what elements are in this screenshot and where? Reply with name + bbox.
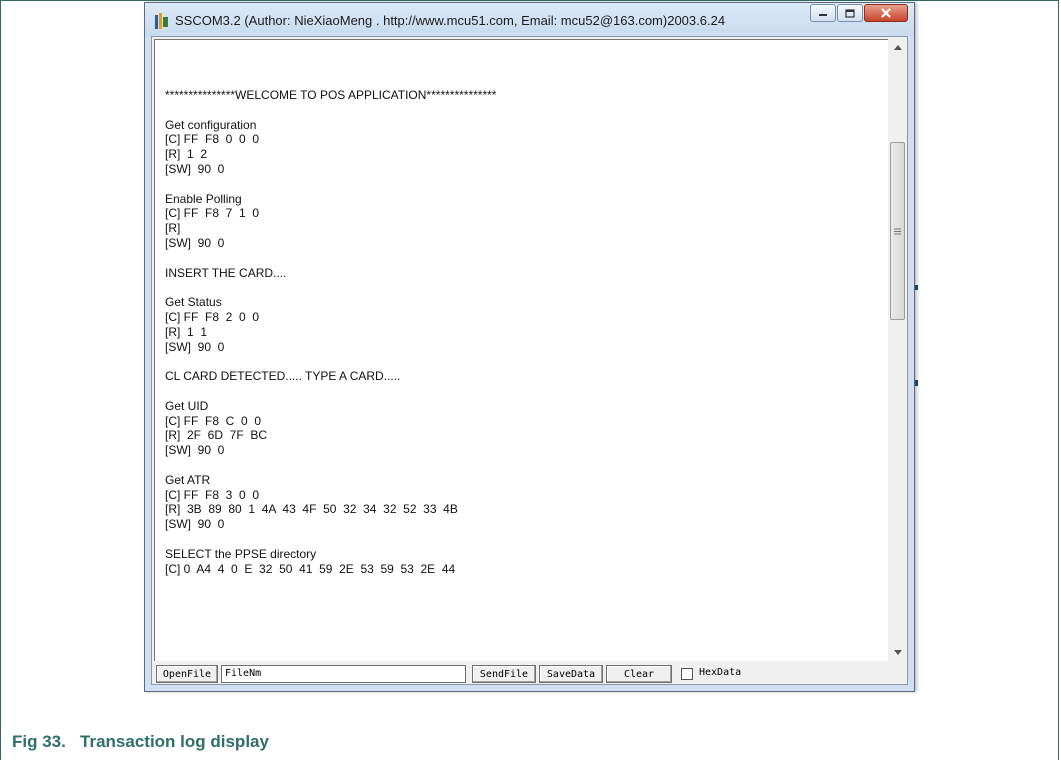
log-line: [C] FF F8 3 0 0: [165, 487, 260, 502]
scroll-up-button[interactable]: [889, 39, 906, 56]
scroll-thumb[interactable]: [890, 142, 905, 320]
log-line: [R] 2F 6D 7F BC: [165, 428, 268, 443]
log-line: Get ATR: [165, 472, 211, 487]
minimize-button[interactable]: [810, 4, 836, 22]
log-line: [SW] 90 0: [165, 339, 225, 354]
log-line: [C] 0 A4 4 0 E 32 50 41 59 2E 53 59 53 2…: [165, 561, 456, 576]
edge-artifact: [915, 380, 918, 386]
log-line: Enable Polling: [165, 191, 242, 206]
log-line: [C] FF F8 7 1 0: [165, 206, 260, 221]
scroll-up-arrow-icon: [893, 45, 902, 50]
log-line: ***************WELCOME TO POS APPLICATIO…: [165, 88, 497, 102]
log-line: Get Status: [165, 295, 222, 310]
log-line: [SW] 90 0: [165, 443, 225, 458]
log-line: [C] FF F8 C 0 0: [165, 413, 262, 428]
file-name-input[interactable]: FileNm: [221, 665, 466, 683]
log-line: INSERT THE CARD....: [165, 265, 287, 280]
clear-button[interactable]: Clear: [606, 665, 672, 683]
minimize-icon: [819, 14, 827, 16]
client-area: ***************WELCOME TO POS APPLICATIO…: [151, 36, 908, 685]
sscom-window: SSCOM3.2 (Author: NieXiaoMeng . http://w…: [144, 2, 915, 692]
close-button[interactable]: [864, 4, 908, 22]
log-line: [SW] 90 0: [165, 517, 225, 532]
log-line: SELECT the PPSE directory: [165, 546, 317, 561]
bottom-toolbar: OpenFile FileNm SendFile SaveData Clear …: [154, 665, 904, 685]
log-line: [SW] 90 0: [165, 161, 225, 176]
open-file-button[interactable]: OpenFile: [156, 665, 218, 683]
edge-artifact: [915, 285, 918, 290]
log-line: [R] 3B 89 80 1 4A 43 4F 50 32 34 32 52 3…: [165, 502, 458, 517]
log-text: ***************WELCOME TO POS APPLICATIO…: [165, 88, 496, 576]
log-line: [SW] 90 0: [165, 235, 225, 250]
window-controls: [809, 4, 908, 22]
app-icon: [155, 13, 168, 29]
log-line: [R] 1 2: [165, 147, 208, 162]
log-line: Get configuration: [165, 117, 257, 132]
scroll-grip-icon: [894, 228, 901, 234]
receive-log-area[interactable]: ***************WELCOME TO POS APPLICATIO…: [154, 39, 888, 661]
hex-data-checkbox[interactable]: [681, 668, 693, 680]
log-line: [R]: [165, 221, 181, 236]
maximize-icon: [845, 8, 855, 18]
maximize-button[interactable]: [837, 4, 863, 22]
scroll-down-button[interactable]: [889, 644, 906, 661]
log-line: CL CARD DETECTED..... TYPE A CARD.....: [165, 369, 401, 384]
scroll-down-arrow-icon: [893, 650, 902, 655]
close-icon: [881, 8, 891, 18]
figure-caption: Fig 33. Transaction log display: [12, 732, 269, 751]
log-line: [C] FF F8 2 0 0: [165, 309, 260, 324]
log-line: [R] 1 1: [165, 324, 208, 339]
save-data-button[interactable]: SaveData: [539, 665, 603, 683]
log-line: Get UID: [165, 398, 209, 413]
log-line: [C] FF F8 0 0 0: [165, 132, 260, 147]
window-title: SSCOM3.2 (Author: NieXiaoMeng . http://w…: [175, 13, 726, 28]
title-bar[interactable]: SSCOM3.2 (Author: NieXiaoMeng . http://w…: [145, 3, 914, 37]
hex-data-label: HexData: [699, 667, 742, 678]
vertical-scrollbar[interactable]: [889, 39, 906, 661]
send-file-button[interactable]: SendFile: [472, 665, 536, 683]
